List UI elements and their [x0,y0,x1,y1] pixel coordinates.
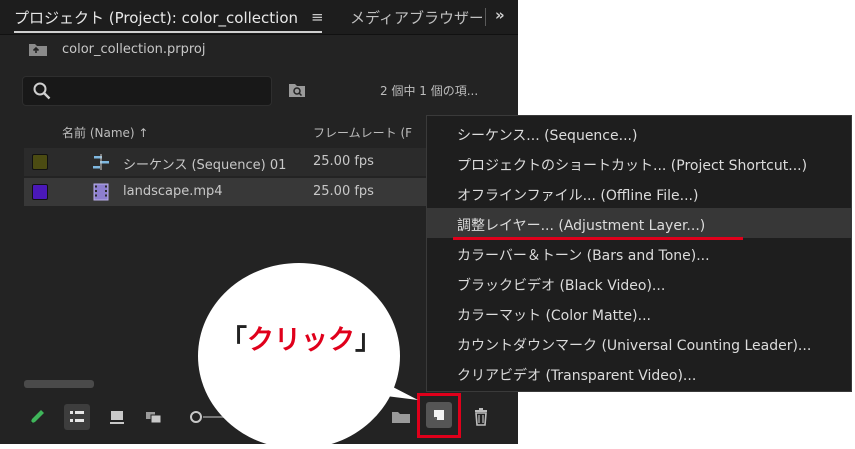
tab-project[interactable]: プロジェクト (Project): color_collection [14,7,298,28]
trash-icon[interactable] [468,404,494,430]
column-header-frame-rate[interactable]: フレームレート (F [313,124,412,141]
callout-click-word: クリック [247,325,355,356]
new-item-context-menu: シーケンス... (Sequence...) プロジェクトのショートカット...… [426,115,852,392]
panel-menu-icon[interactable]: ≡ [311,8,324,26]
menu-item-offline-file[interactable]: オフラインファイル... (Offline File...) [457,185,698,205]
click-highlight-box [417,393,461,438]
tab-media-browser[interactable]: メディアブラウザー [350,7,482,28]
item-count-label: 2 個中 1 個の項... [380,84,479,98]
adjustment-layer-red-underline [453,237,743,240]
item-frame-rate: 25.00 fps [313,184,374,199]
item-name: landscape.mp4 [123,184,223,199]
icon-view-icon[interactable] [104,404,130,430]
pencil-icon[interactable] [24,404,50,430]
tab-divider [485,8,486,26]
column-header-name[interactable]: 名前 (Name) ↑ [62,124,148,141]
project-file-name: color_collection.prproj [62,42,206,57]
callout-close-bracket: 」 [355,325,382,356]
search-icon [33,82,51,100]
search-input[interactable] [22,76,272,106]
video-clip-icon [93,183,109,201]
item-name: シーケンス (Sequence) 01 [123,158,287,173]
project-folder-icon [29,44,47,56]
tab-overflow-icon[interactable]: » [495,6,505,24]
item-frame-rate: 25.00 fps [313,154,374,169]
menu-item-sequence[interactable]: シーケンス... (Sequence...) [457,125,637,145]
menu-item-project-shortcut[interactable]: プロジェクトのショートカット... (Project Shortcut...) [457,155,807,175]
callout-open-bracket: 「 [220,325,247,356]
panel-tab-bar: プロジェクト (Project): color_collection ≡ メディ… [0,0,518,35]
horizontal-scrollbar[interactable] [24,380,94,388]
menu-item-counting-leader[interactable]: カウントダウンマーク (Universal Counting Leader)..… [457,335,811,355]
zoom-slider-handle[interactable] [190,411,202,423]
active-tab-underline [14,31,322,33]
menu-item-black-video[interactable]: ブラックビデオ (Black Video)... [457,275,665,295]
menu-item-adjustment-layer[interactable]: 調整レイヤー... (Adjustment Layer...) [457,215,705,235]
new-search-bin-icon[interactable] [288,82,306,98]
menu-item-bars-and-tone[interactable]: カラーバー＆トーン (Bars and Tone)... [457,245,710,265]
list-view-icon[interactable] [64,404,90,430]
callout-text: 「クリック」 [216,318,386,357]
sequence-icon [93,154,109,170]
menu-item-transparent-video[interactable]: クリアビデオ (Transparent Video)... [457,365,696,385]
label-color-swatch[interactable] [32,154,48,170]
label-color-swatch[interactable] [32,184,48,200]
menu-item-color-matte[interactable]: カラーマット (Color Matte)... [457,305,651,325]
freeform-view-icon[interactable] [143,404,169,430]
